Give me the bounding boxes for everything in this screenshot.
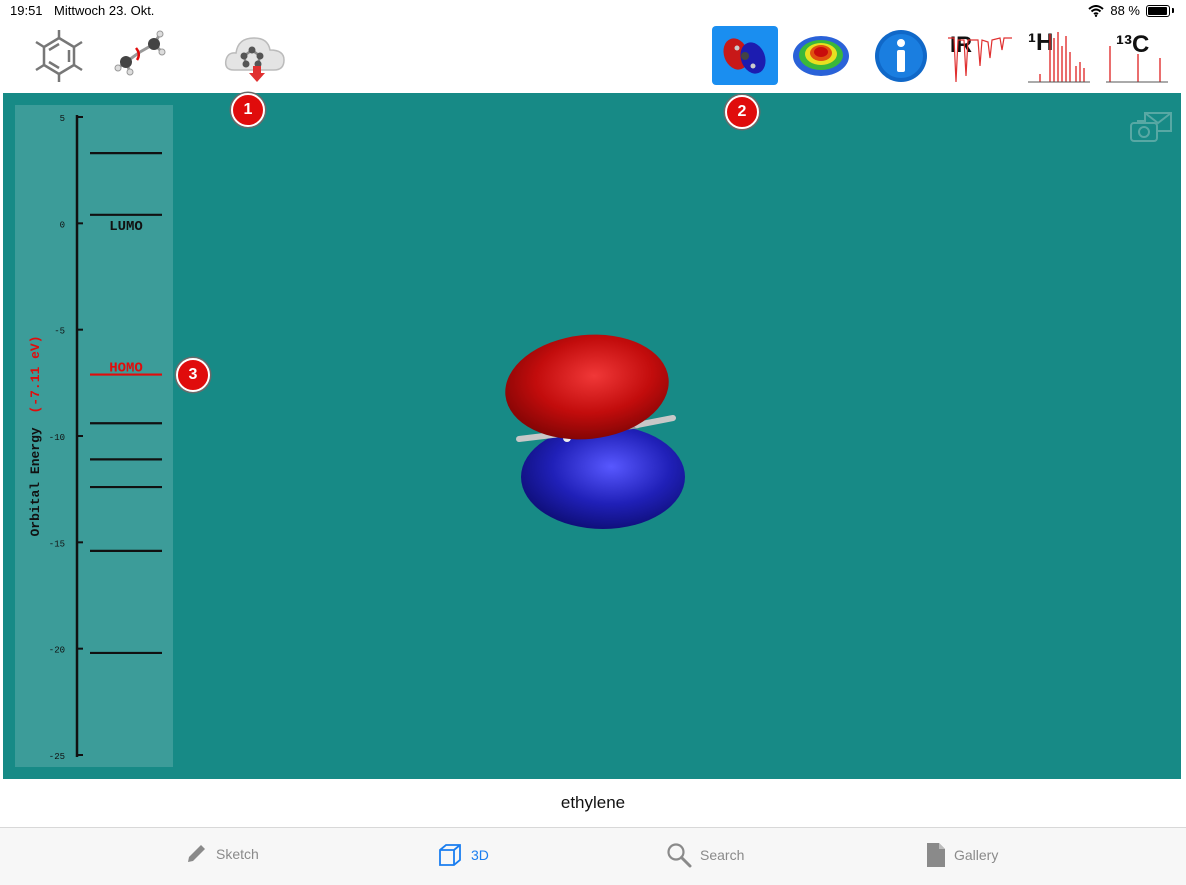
status-bar: 19:51 Mittwoch 23. Okt. 88 % — [0, 0, 1186, 20]
tab-search-label: Search — [700, 847, 745, 863]
sketch-structure-button[interactable] — [26, 26, 92, 86]
toolbar: IR ¹H ¹³C — [0, 20, 1186, 93]
tab-sketch[interactable]: Sketch — [184, 842, 259, 866]
status-time: 19:51 — [10, 3, 43, 18]
search-icon — [667, 843, 692, 868]
energy-diagram: Orbital Energy (-7.11 eV) 5 0 -5 -10 -15 -20 -… — [28, 114, 162, 762]
info-button[interactable] — [868, 26, 934, 86]
tab-gallery-label: Gallery — [954, 847, 999, 863]
ir-spectrum-icon: IR — [948, 32, 1012, 83]
status-date: Mittwoch 23. Okt. — [54, 3, 155, 18]
lumo-label[interactable]: LUMO — [109, 219, 143, 235]
orbital-button[interactable] — [712, 26, 778, 85]
molecule-viewer[interactable]: Orbital Energy (-7.11 eV) 5 0 -5 -10 -15 -20 -… — [3, 93, 1181, 779]
ir-label: IR — [950, 32, 972, 57]
ir-spectrum-button[interactable]: IR — [944, 26, 1016, 86]
blue-lobe — [521, 425, 685, 529]
marker-3: 3 — [176, 358, 210, 392]
electrostatic-map-icon — [793, 36, 849, 76]
homo-label[interactable]: HOMO — [109, 361, 143, 377]
battery-icon — [1146, 4, 1170, 17]
energy-tick-label: -15 — [49, 539, 65, 549]
cloud-download-icon — [224, 37, 285, 82]
tab-gallery[interactable]: Gallery — [926, 842, 998, 868]
orbital-icon — [723, 37, 766, 74]
marker-2: 2 — [725, 95, 759, 129]
pencil-icon — [188, 845, 205, 862]
rotate-molecule-button[interactable] — [108, 26, 174, 86]
svg-text:Orbital Energy (-7.11: Orbital Energy (-7.11 eV) — [28, 335, 43, 536]
energy-tick-label: 0 — [60, 220, 65, 230]
battery-percent: 88 % — [1110, 3, 1140, 18]
cube-icon — [439, 844, 461, 866]
energy-tick-label: -10 — [49, 433, 65, 443]
electrostatic-map-button[interactable] — [788, 26, 854, 86]
status-right: 88 % — [1088, 3, 1174, 18]
homo-orbital-render[interactable] — [491, 333, 701, 533]
tab-search[interactable]: Search — [666, 842, 744, 868]
camera-email-icon[interactable] — [1129, 111, 1173, 145]
molecule-name: ethylene — [0, 779, 1186, 828]
benzene-sketch-icon — [35, 30, 83, 82]
cloud-download-button[interactable] — [222, 26, 288, 86]
marker-1: 1 — [231, 93, 265, 127]
red-lobe — [505, 334, 669, 440]
energy-level-panel: Orbital Energy (-7.11 eV) 5 0 -5 -10 -15 -20 -… — [15, 105, 173, 767]
h1-nmr-icon: ¹H — [1028, 29, 1090, 83]
h1-nmr-button[interactable]: ¹H — [1024, 26, 1094, 86]
c-nmr-label: ¹³C — [1116, 31, 1149, 58]
c13-nmr-button[interactable]: ¹³C — [1102, 26, 1172, 86]
c13-nmr-icon: ¹³C — [1106, 31, 1168, 83]
tab-3d[interactable]: 3D — [437, 842, 489, 868]
energy-tick-label: -5 — [54, 327, 65, 337]
energy-tick-label: -20 — [49, 646, 65, 656]
molecule-rotate-icon — [114, 30, 166, 76]
document-icon — [927, 843, 945, 867]
battery-tip — [1172, 8, 1174, 13]
info-icon — [875, 30, 927, 82]
wifi-icon — [1088, 4, 1105, 17]
energy-tick-label: 5 — [60, 114, 65, 124]
energy-tick-label: -25 — [49, 752, 65, 762]
selected-energy-value: (-7.11 eV) — [28, 335, 43, 413]
tab-sketch-label: Sketch — [216, 846, 259, 862]
energy-axis-label: Orbital Energy — [28, 427, 43, 536]
tab-3d-label: 3D — [471, 847, 489, 863]
tab-bar: Sketch 3D Search Gallery — [0, 828, 1186, 885]
